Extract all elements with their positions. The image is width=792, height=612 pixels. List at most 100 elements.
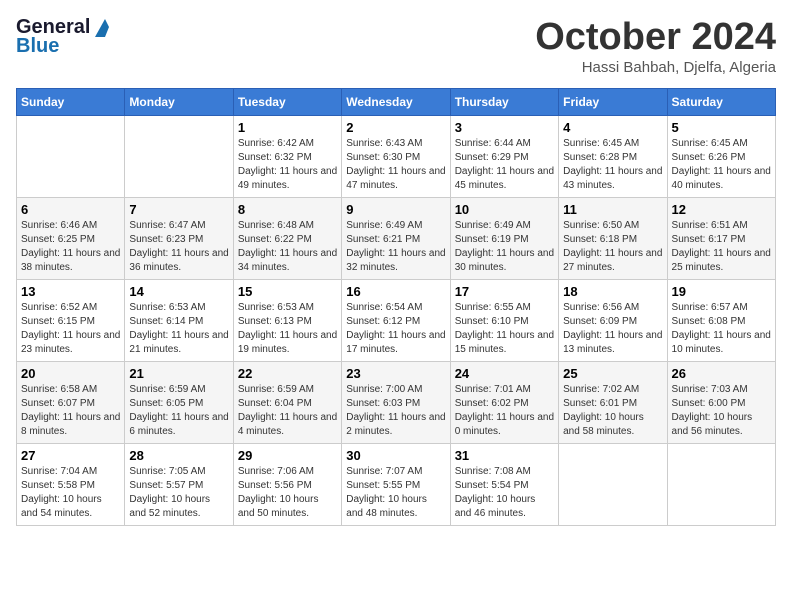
day-detail: Sunrise: 6:53 AM Sunset: 6:13 PM Dayligh… (238, 301, 337, 357)
header-sunday: Sunday (17, 89, 125, 116)
day-detail: Sunrise: 7:07 AM Sunset: 5:55 PM Dayligh… (346, 465, 445, 521)
day-detail: Sunrise: 6:45 AM Sunset: 6:28 PM Dayligh… (563, 137, 662, 193)
day-detail: Sunrise: 6:50 AM Sunset: 6:18 PM Dayligh… (563, 219, 662, 275)
calendar-week-2: 13 Sunrise: 6:52 AM Sunset: 6:15 PM Dayli… (17, 280, 776, 362)
calendar-cell: 13 Sunrise: 6:52 AM Sunset: 6:15 PM Dayli… (17, 280, 125, 362)
calendar-week-0: 1 Sunrise: 6:42 AM Sunset: 6:32 PM Daylig… (17, 116, 776, 198)
day-number: 7 (129, 202, 228, 217)
day-detail: Sunrise: 7:02 AM Sunset: 6:01 PM Dayligh… (563, 383, 662, 439)
header-monday: Monday (125, 89, 233, 116)
day-number: 11 (563, 202, 662, 217)
header-wednesday: Wednesday (342, 89, 450, 116)
day-number: 12 (672, 202, 771, 217)
header-thursday: Thursday (450, 89, 558, 116)
day-number: 22 (238, 366, 337, 381)
logo-blue: Blue (16, 35, 59, 58)
day-number: 31 (455, 448, 554, 463)
logo-icon (91, 19, 109, 37)
day-number: 6 (21, 202, 120, 217)
calendar-cell (125, 116, 233, 198)
calendar-cell: 6 Sunrise: 6:46 AM Sunset: 6:25 PM Daylig… (17, 198, 125, 280)
day-number: 19 (672, 284, 771, 299)
day-number: 4 (563, 120, 662, 135)
day-number: 5 (672, 120, 771, 135)
day-detail: Sunrise: 6:54 AM Sunset: 6:12 PM Dayligh… (346, 301, 445, 357)
calendar-cell: 22Sunrise: 6:59 AM Sunset: 6:04 PM Dayli… (233, 362, 341, 444)
calendar-cell: 31 Sunrise: 7:08 AM Sunset: 5:54 PM Dayli… (450, 444, 558, 526)
day-number: 24 (455, 366, 554, 381)
day-number: 9 (346, 202, 445, 217)
day-number: 27 (21, 448, 120, 463)
calendar-cell: 11 Sunrise: 6:50 AM Sunset: 6:18 PM Dayli… (559, 198, 667, 280)
calendar-cell: 17Sunrise: 6:55 AM Sunset: 6:10 PM Dayli… (450, 280, 558, 362)
day-number: 28 (129, 448, 228, 463)
day-detail: Sunrise: 6:53 AM Sunset: 6:14 PM Dayligh… (129, 301, 228, 357)
calendar-cell (17, 116, 125, 198)
calendar-cell (667, 444, 775, 526)
day-number: 2 (346, 120, 445, 135)
calendar-cell: 18 Sunrise: 6:56 AM Sunset: 6:09 PM Dayli… (559, 280, 667, 362)
day-detail: Sunrise: 6:48 AM Sunset: 6:22 PM Dayligh… (238, 219, 337, 275)
day-detail: Sunrise: 6:49 AM Sunset: 6:21 PM Dayligh… (346, 219, 445, 275)
day-detail: Sunrise: 7:05 AM Sunset: 5:57 PM Dayligh… (129, 465, 228, 521)
day-number: 21 (129, 366, 228, 381)
calendar-week-4: 27 Sunrise: 7:04 AM Sunset: 5:58 PM Dayli… (17, 444, 776, 526)
day-detail: Sunrise: 6:58 AM Sunset: 6:07 PM Dayligh… (21, 383, 120, 439)
day-detail: Sunrise: 6:55 AM Sunset: 6:10 PM Dayligh… (455, 301, 554, 357)
location: Hassi Bahbah, Djelfa, Algeria (535, 59, 776, 76)
month-title: October 2024 (535, 16, 776, 59)
day-number: 15 (238, 284, 337, 299)
header-tuesday: Tuesday (233, 89, 341, 116)
calendar-cell: 1 Sunrise: 6:42 AM Sunset: 6:32 PM Daylig… (233, 116, 341, 198)
calendar-cell: 15 Sunrise: 6:53 AM Sunset: 6:13 PM Dayli… (233, 280, 341, 362)
day-number: 23 (346, 366, 445, 381)
day-number: 1 (238, 120, 337, 135)
day-detail: Sunrise: 6:45 AM Sunset: 6:26 PM Dayligh… (672, 137, 771, 193)
day-detail: Sunrise: 6:42 AM Sunset: 6:32 PM Dayligh… (238, 137, 337, 193)
day-detail: Sunrise: 6:44 AM Sunset: 6:29 PM Dayligh… (455, 137, 554, 193)
calendar-header-row: SundayMondayTuesdayWednesdayThursdayFrid… (17, 89, 776, 116)
day-detail: Sunrise: 6:47 AM Sunset: 6:23 PM Dayligh… (129, 219, 228, 275)
day-detail: Sunrise: 6:49 AM Sunset: 6:19 PM Dayligh… (455, 219, 554, 275)
day-detail: Sunrise: 6:52 AM Sunset: 6:15 PM Dayligh… (21, 301, 120, 357)
calendar-cell: 26 Sunrise: 7:03 AM Sunset: 6:00 PM Dayli… (667, 362, 775, 444)
day-detail: Sunrise: 7:08 AM Sunset: 5:54 PM Dayligh… (455, 465, 554, 521)
day-detail: Sunrise: 7:06 AM Sunset: 5:56 PM Dayligh… (238, 465, 337, 521)
calendar-cell: 16 Sunrise: 6:54 AM Sunset: 6:12 PM Dayli… (342, 280, 450, 362)
calendar-cell: 24Sunrise: 7:01 AM Sunset: 6:02 PM Dayli… (450, 362, 558, 444)
calendar-cell (559, 444, 667, 526)
day-detail: Sunrise: 7:04 AM Sunset: 5:58 PM Dayligh… (21, 465, 120, 521)
day-number: 20 (21, 366, 120, 381)
calendar-cell: 7 Sunrise: 6:47 AM Sunset: 6:23 PM Daylig… (125, 198, 233, 280)
day-number: 18 (563, 284, 662, 299)
calendar-cell: 19Sunrise: 6:57 AM Sunset: 6:08 PM Dayli… (667, 280, 775, 362)
page-header: General Blue October 2024 Hassi Bahbah, … (16, 16, 776, 76)
day-detail: Sunrise: 7:00 AM Sunset: 6:03 PM Dayligh… (346, 383, 445, 439)
calendar-cell: 25Sunrise: 7:02 AM Sunset: 6:01 PM Dayli… (559, 362, 667, 444)
calendar-cell: 29 Sunrise: 7:06 AM Sunset: 5:56 PM Dayli… (233, 444, 341, 526)
day-number: 13 (21, 284, 120, 299)
calendar-table: SundayMondayTuesdayWednesdayThursdayFrid… (16, 88, 776, 526)
calendar-cell: 8 Sunrise: 6:48 AM Sunset: 6:22 PM Daylig… (233, 198, 341, 280)
logo: General Blue (16, 16, 109, 58)
day-detail: Sunrise: 6:59 AM Sunset: 6:05 PM Dayligh… (129, 383, 228, 439)
day-detail: Sunrise: 6:56 AM Sunset: 6:09 PM Dayligh… (563, 301, 662, 357)
calendar-cell: 30Sunrise: 7:07 AM Sunset: 5:55 PM Dayli… (342, 444, 450, 526)
calendar-cell: 9 Sunrise: 6:49 AM Sunset: 6:21 PM Daylig… (342, 198, 450, 280)
header-saturday: Saturday (667, 89, 775, 116)
day-number: 8 (238, 202, 337, 217)
calendar-cell: 21 Sunrise: 6:59 AM Sunset: 6:05 PM Dayli… (125, 362, 233, 444)
day-detail: Sunrise: 7:03 AM Sunset: 6:00 PM Dayligh… (672, 383, 771, 439)
calendar-week-1: 6 Sunrise: 6:46 AM Sunset: 6:25 PM Daylig… (17, 198, 776, 280)
calendar-cell: 20 Sunrise: 6:58 AM Sunset: 6:07 PM Dayli… (17, 362, 125, 444)
calendar-cell: 12 Sunrise: 6:51 AM Sunset: 6:17 PM Dayli… (667, 198, 775, 280)
day-number: 29 (238, 448, 337, 463)
calendar-cell: 28 Sunrise: 7:05 AM Sunset: 5:57 PM Dayli… (125, 444, 233, 526)
day-detail: Sunrise: 6:51 AM Sunset: 6:17 PM Dayligh… (672, 219, 771, 275)
calendar-cell: 4 Sunrise: 6:45 AM Sunset: 6:28 PM Daylig… (559, 116, 667, 198)
day-number: 26 (672, 366, 771, 381)
day-number: 3 (455, 120, 554, 135)
header-friday: Friday (559, 89, 667, 116)
day-detail: Sunrise: 6:46 AM Sunset: 6:25 PM Dayligh… (21, 219, 120, 275)
day-number: 16 (346, 284, 445, 299)
